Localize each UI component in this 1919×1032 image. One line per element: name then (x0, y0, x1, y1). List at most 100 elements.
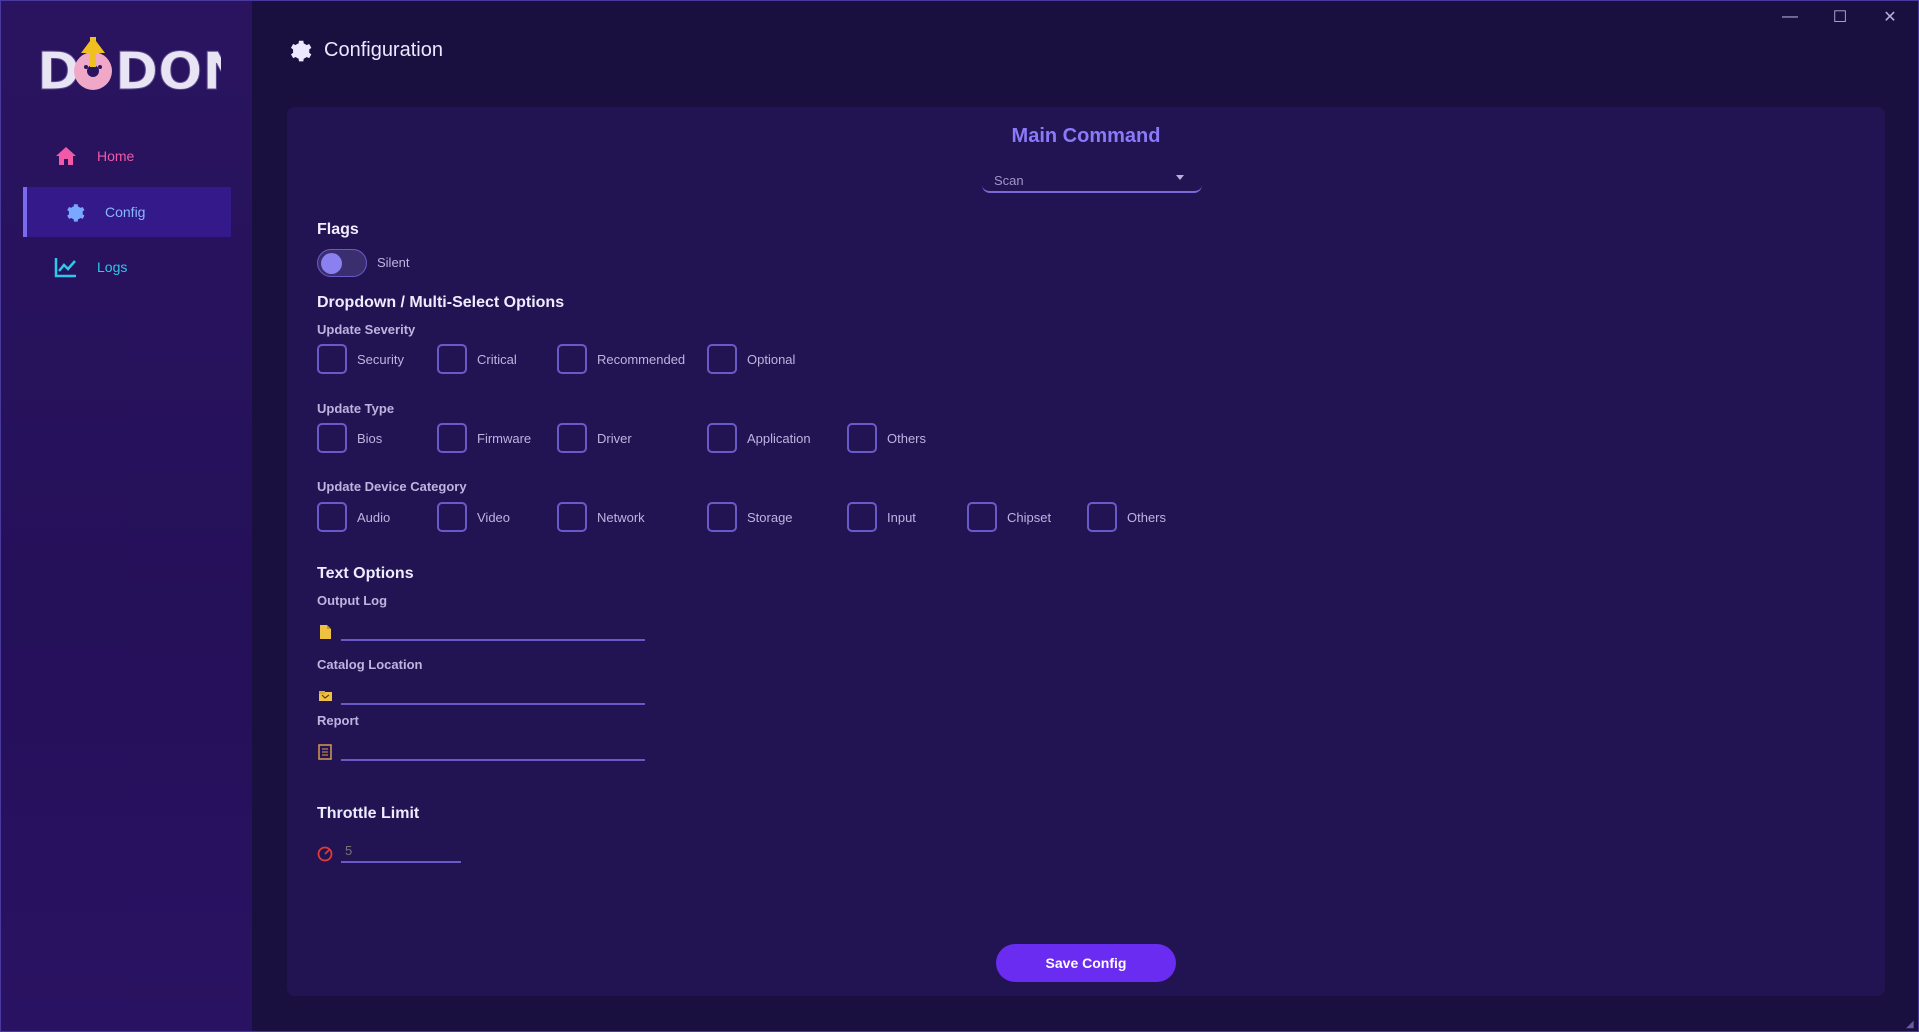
checkbox-box (437, 423, 467, 453)
checkbox-box (707, 502, 737, 532)
checkbox-label: Network (597, 509, 645, 525)
checkbox-video[interactable]: Video (437, 502, 510, 532)
app-logo: D DONUT (35, 35, 221, 99)
output-log-row (317, 613, 645, 641)
update-device-category-title: Update Device Category (317, 479, 467, 494)
main-command-select[interactable]: Scan (982, 163, 1202, 193)
checkbox-label: Bios (357, 430, 383, 446)
checkbox-label: Security (357, 351, 404, 367)
folder-icon (317, 687, 333, 705)
checkbox-label: Application (747, 430, 811, 446)
checkbox-box (557, 344, 587, 374)
checkbox-box (967, 502, 997, 532)
checkbox-critical[interactable]: Critical (437, 344, 517, 374)
report-row (317, 733, 645, 761)
app-window: D DONUT Home Config (0, 0, 1919, 1032)
update-severity-title: Update Severity (317, 322, 416, 337)
checkbox-box (557, 423, 587, 453)
checkbox-label: Critical (477, 351, 517, 367)
checkbox-box (707, 423, 737, 453)
checkbox-label: Optional (747, 351, 796, 367)
checkbox-storage[interactable]: Storage (707, 502, 793, 532)
svg-text:DONUT: DONUT (115, 42, 221, 99)
output-log-label: Output Log (317, 593, 388, 608)
catalog-location-label: Catalog Location (317, 657, 423, 672)
checkbox-box (1087, 502, 1117, 532)
sidebar-item-config[interactable]: Config (23, 187, 231, 237)
page-header: Configuration (286, 37, 443, 63)
chart-line-icon (53, 254, 79, 280)
main-command-title: Main Command (1011, 125, 1161, 147)
report-input[interactable] (341, 737, 645, 761)
checkbox-security[interactable]: Security (317, 344, 404, 374)
checkbox-label: Others (1127, 509, 1167, 525)
svg-text:D: D (37, 42, 80, 99)
checkbox-others-device[interactable]: Others (1087, 502, 1166, 532)
checkbox-box (557, 502, 587, 532)
main-command-value: Scan (994, 173, 1024, 188)
checkbox-firmware[interactable]: Firmware (437, 423, 531, 453)
checkbox-network[interactable]: Network (557, 502, 645, 532)
config-panel: Main Command Scan Flags Silent Dropdown … (287, 107, 1885, 996)
gear-icon (286, 37, 312, 63)
silent-toggle[interactable] (317, 249, 367, 277)
checkbox-label: Video (477, 509, 511, 525)
page-title: Configuration (324, 38, 443, 61)
resize-grip-icon[interactable]: ◢ (1906, 1019, 1916, 1030)
sidebar-item-label: Logs (97, 259, 128, 275)
checkbox-audio[interactable]: Audio (317, 502, 390, 532)
save-config-button[interactable]: Save Config (996, 944, 1176, 982)
output-log-input[interactable] (341, 617, 645, 641)
checkbox-box (437, 502, 467, 532)
gear-icon (61, 199, 87, 225)
checkbox-recommended[interactable]: Recommended (557, 344, 685, 374)
catalog-location-input[interactable] (341, 681, 645, 705)
close-button[interactable]: ✕ (1870, 5, 1910, 29)
dropdown-options-title: Dropdown / Multi-Select Options (317, 294, 565, 311)
checkbox-label: Audio (357, 509, 391, 525)
checkbox-application[interactable]: Application (707, 423, 811, 453)
update-type-title: Update Type (317, 401, 395, 416)
report-icon (317, 743, 333, 761)
checkbox-driver[interactable]: Driver (557, 423, 632, 453)
checkbox-box (437, 344, 467, 374)
sidebar-item-label: Home (97, 148, 135, 164)
checkbox-box (847, 423, 877, 453)
throttle-limit-title: Throttle Limit (317, 805, 420, 822)
sidebar-item-home[interactable]: Home (23, 131, 231, 181)
checkbox-label: Recommended (597, 351, 686, 367)
flags-title: Flags (317, 221, 359, 238)
file-icon (317, 623, 333, 641)
checkbox-optional[interactable]: Optional (707, 344, 795, 374)
checkbox-others-type[interactable]: Others (847, 423, 926, 453)
throttle-limit-input[interactable] (341, 839, 461, 863)
checkbox-label: Input (887, 509, 916, 525)
sidebar: D DONUT Home Config (1, 1, 252, 1031)
home-icon (53, 143, 79, 169)
checkbox-label: Chipset (1007, 509, 1052, 525)
checkbox-input[interactable]: Input (847, 502, 916, 532)
checkbox-bios[interactable]: Bios (317, 423, 382, 453)
report-label: Report (317, 713, 359, 728)
text-options-title: Text Options (317, 565, 414, 582)
checkbox-label: Storage (747, 509, 793, 525)
silent-label: Silent (377, 255, 410, 270)
throttle-limit-row (317, 835, 461, 863)
donut-logo-graphic: D DONUT (37, 37, 221, 99)
checkbox-box (317, 502, 347, 532)
minimize-button[interactable]: — (1770, 5, 1810, 29)
checkbox-box (317, 344, 347, 374)
speedometer-icon (317, 845, 333, 863)
checkbox-box (317, 423, 347, 453)
sidebar-item-logs[interactable]: Logs (23, 242, 231, 292)
checkbox-box (707, 344, 737, 374)
maximize-button[interactable]: ☐ (1820, 5, 1860, 29)
catalog-location-row (317, 677, 645, 705)
checkbox-box (847, 502, 877, 532)
checkbox-label: Driver (597, 430, 632, 446)
checkbox-chipset[interactable]: Chipset (967, 502, 1051, 532)
checkbox-label: Firmware (477, 430, 532, 446)
sidebar-item-label: Config (105, 204, 146, 220)
chevron-down-icon (1176, 175, 1184, 180)
toggle-knob (321, 253, 342, 274)
